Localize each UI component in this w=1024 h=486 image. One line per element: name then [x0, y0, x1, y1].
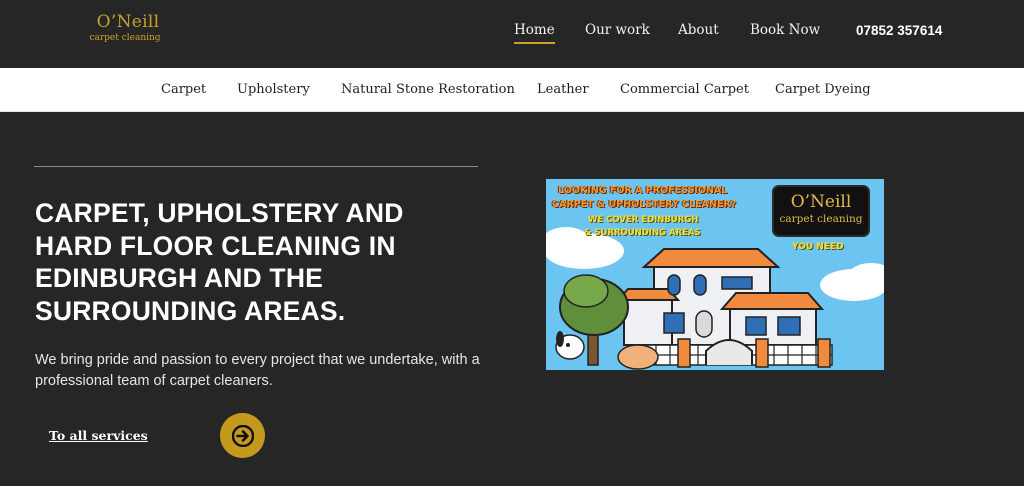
nav-book-now[interactable]: Book Now — [750, 22, 820, 38]
arrow-right-icon — [231, 424, 254, 447]
nav-our-work[interactable]: Our work — [585, 22, 650, 38]
phone-number[interactable]: 07852 357614 — [856, 23, 942, 38]
promo-logo-badge: O’Neill carpet cleaning — [772, 185, 870, 237]
hero-divider — [34, 166, 478, 167]
service-natural-stone[interactable]: Natural Stone Restoration — [341, 82, 515, 97]
service-carpet-dyeing[interactable]: Carpet Dyeing — [775, 82, 871, 97]
all-services-arrow-button[interactable] — [220, 413, 265, 458]
service-leather[interactable]: Leather — [537, 82, 589, 97]
promo-line-4: & SURROUNDING AREAS — [584, 228, 701, 238]
service-carpet[interactable]: Carpet — [161, 82, 206, 97]
hero-title: CARPET, UPHOLSTERY AND HARD FLOOR CLEANI… — [35, 198, 404, 326]
service-upholstery[interactable]: Upholstery — [237, 82, 310, 97]
hero-description: We bring pride and passion to every proj… — [35, 352, 480, 389]
all-services-link[interactable]: To all services — [49, 428, 148, 443]
site-header: O’Neill carpet cleaning Home Our work Ab… — [0, 0, 1024, 68]
promo-badge-name: O’Neill — [790, 192, 852, 212]
service-nav: Carpet Upholstery Natural Stone Restorat… — [0, 68, 1024, 112]
promo-you-need: YOU NEED — [792, 242, 844, 252]
nav-home[interactable]: Home — [514, 22, 555, 44]
promo-line-1: LOOKING FOR A PROFESSIONAL — [558, 185, 728, 196]
promo-image: LOOKING FOR A PROFESSIONAL CARPET & UPHO… — [546, 179, 884, 370]
nav-about[interactable]: About — [678, 22, 719, 38]
promo-line-3: WE COVER EDINBURGH — [588, 215, 699, 225]
promo-line-2: CARPET & UPHOLSTERY CLEANER? — [552, 199, 737, 210]
service-commercial-carpet[interactable]: Commercial Carpet — [620, 82, 749, 97]
promo-badge-tagline: carpet cleaning — [779, 213, 863, 225]
